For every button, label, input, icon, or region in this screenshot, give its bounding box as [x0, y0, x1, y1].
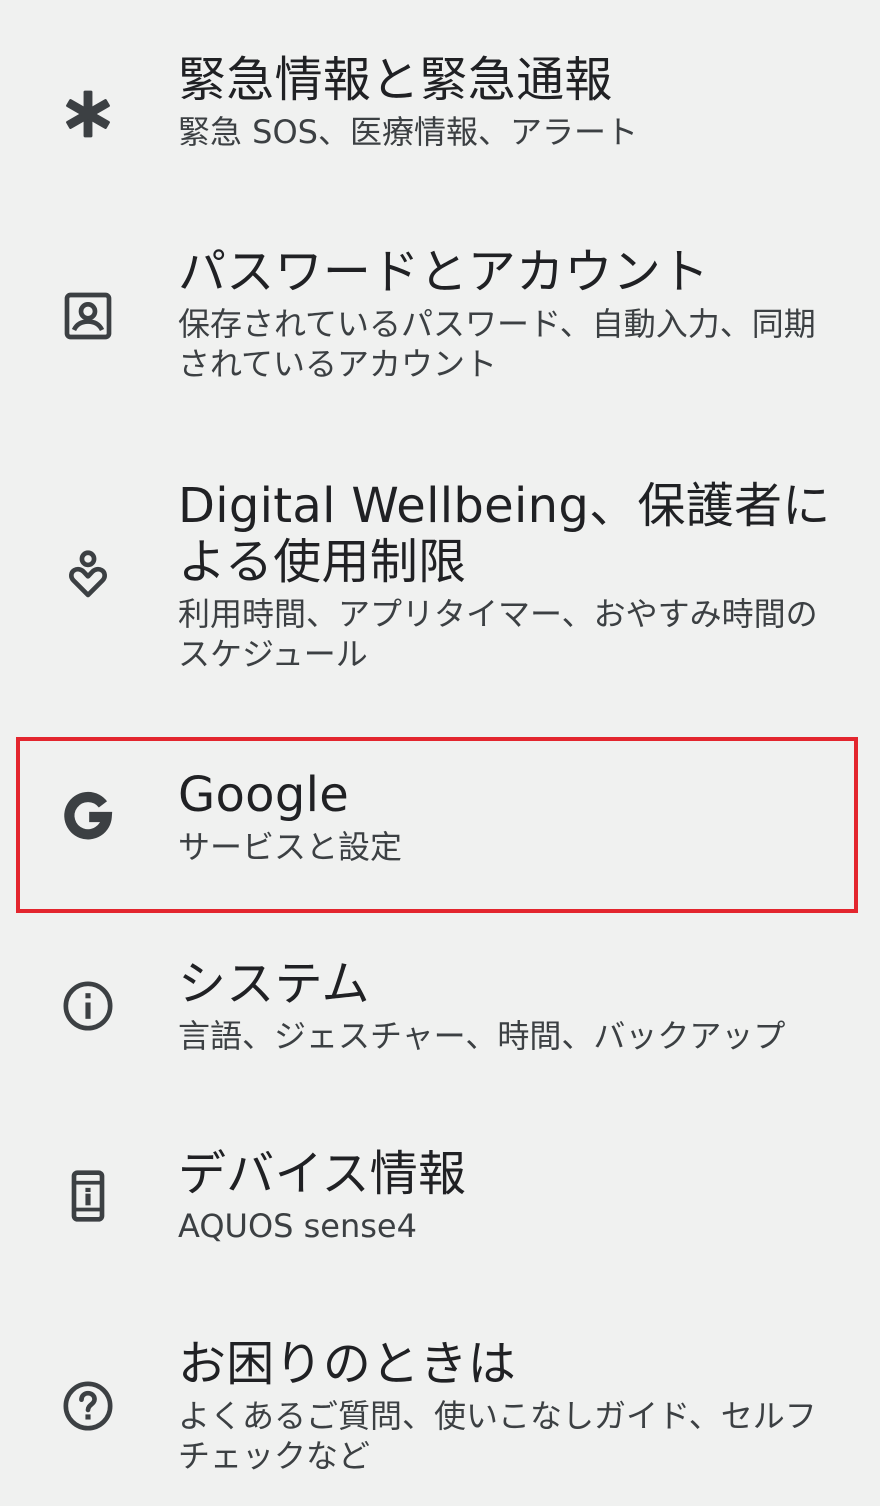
settings-item-passwords[interactable]: パスワードとアカウント 保存されているパスワード、自動入力、同期されているアカウ… [0, 230, 880, 410]
settings-item-help[interactable]: お困りのときは よくあるご質問、使いこなしガイド、セルフチェックなど [0, 1320, 880, 1500]
wellbeing-icon [56, 542, 120, 606]
settings-item-summary: 言語、ジェスチャー、時間、バックアップ [178, 1017, 786, 1055]
settings-item-title: デバイス情報 [178, 1146, 467, 1202]
settings-item-title: Digital Wellbeing、保護者による使用制限 [178, 478, 831, 590]
settings-item-google[interactable]: Google サービスと設定 [0, 741, 880, 909]
settings-item-title: 緊急情報と緊急通報 [178, 52, 613, 108]
settings-item-emergency[interactable]: 緊急情報と緊急通報 緊急 SOS、医療情報、アラート [0, 40, 880, 190]
settings-item-title: システム [178, 956, 370, 1012]
settings-item-device-info[interactable]: デバイス情報 AQUOS sense4 [0, 1130, 880, 1280]
settings-item-system[interactable]: システム 言語、ジェスチャー、時間、バックアップ [0, 940, 880, 1090]
settings-item-summary: 緊急 SOS、医療情報、アラート [178, 113, 638, 151]
settings-item-summary: よくあるご質問、使いこなしガイド、セルフチェックなど [178, 1397, 817, 1475]
settings-item-summary: AQUOS sense4 [178, 1207, 417, 1245]
settings-list: 緊急情報と緊急通報 緊急 SOS、医療情報、アラート パスワードとアカウント 保… [0, 0, 880, 1506]
info-icon [56, 974, 120, 1038]
asterisk-icon [56, 82, 120, 146]
help-icon [56, 1374, 120, 1438]
settings-item-wellbeing[interactable]: Digital Wellbeing、保護者による使用制限 利用時間、アプリタイマ… [0, 460, 880, 700]
google-g-icon [56, 785, 120, 849]
settings-item-title: お困りのときは [178, 1336, 517, 1392]
settings-item-title: Google [178, 767, 350, 823]
settings-item-title: パスワードとアカウント [178, 244, 710, 300]
settings-item-summary: サービスと設定 [178, 828, 403, 866]
settings-item-summary: 保存されているパスワード、自動入力、同期されているアカウント [178, 305, 816, 383]
device-info-icon [56, 1164, 120, 1228]
settings-item-summary: 利用時間、アプリタイマー、おやすみ時間のスケジュール [178, 595, 818, 673]
account-box-icon [56, 284, 120, 348]
